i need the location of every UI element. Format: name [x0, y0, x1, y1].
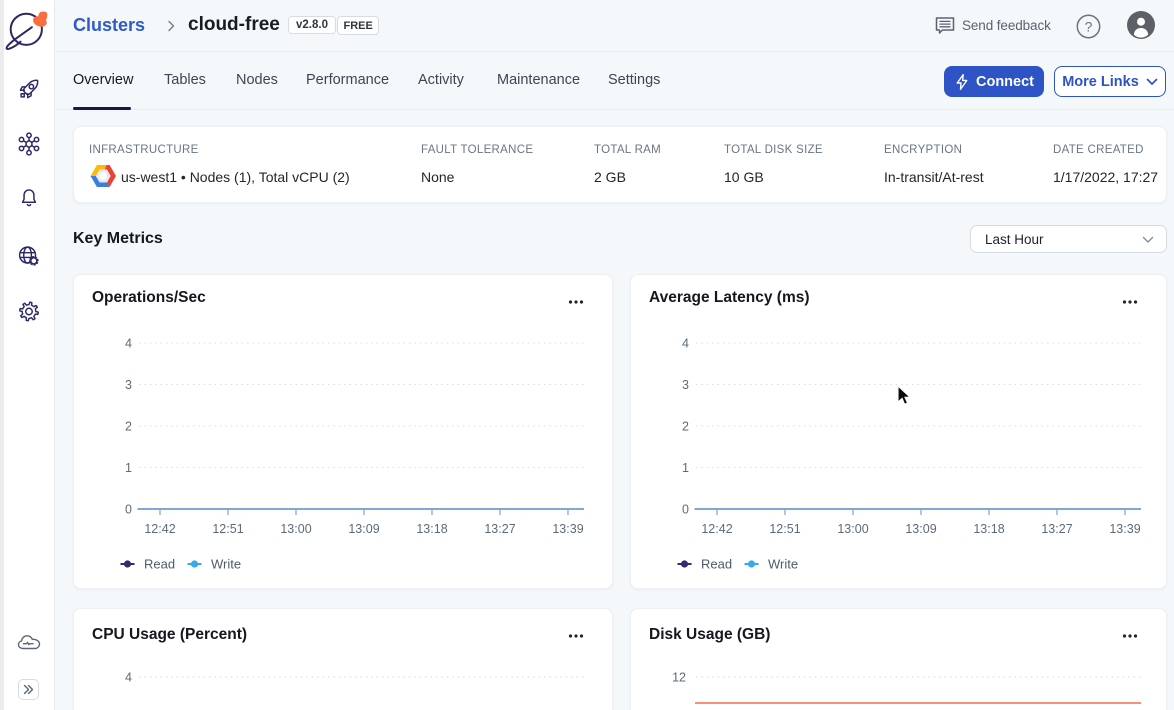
svg-text:1: 1 [682, 461, 689, 475]
svg-text:Write: Write [768, 557, 798, 572]
svg-text:12: 12 [672, 671, 686, 685]
svg-text:2: 2 [682, 420, 689, 434]
svg-text:13:09: 13:09 [905, 522, 936, 536]
svg-text:13:27: 13:27 [484, 522, 515, 536]
svg-text:12:42: 12:42 [144, 522, 175, 536]
svg-text:0: 0 [682, 503, 689, 517]
svg-text:13:18: 13:18 [973, 522, 1004, 536]
svg-text:4: 4 [125, 671, 132, 685]
svg-text:13:00: 13:00 [837, 522, 868, 536]
svg-text:12:42: 12:42 [701, 522, 732, 536]
svg-text:13:09: 13:09 [348, 522, 379, 536]
svg-text:Write: Write [211, 557, 241, 572]
svg-text:13:00: 13:00 [280, 522, 311, 536]
svg-text:12:51: 12:51 [769, 522, 800, 536]
svg-text:2: 2 [125, 420, 132, 434]
svg-text:3: 3 [125, 378, 132, 392]
svg-text:13:18: 13:18 [416, 522, 447, 536]
svg-text:3: 3 [682, 378, 689, 392]
svg-text:13:39: 13:39 [552, 522, 583, 536]
svg-text:Read: Read [144, 557, 175, 572]
svg-text:1: 1 [125, 461, 132, 475]
svg-text:4: 4 [682, 337, 689, 351]
svg-text:Read: Read [701, 557, 732, 572]
svg-text:4: 4 [125, 337, 132, 351]
svg-text:13:39: 13:39 [1109, 522, 1140, 536]
svg-text:13:27: 13:27 [1041, 522, 1072, 536]
svg-text:12:51: 12:51 [212, 522, 243, 536]
svg-text:?: ? [1085, 19, 1093, 35]
svg-text:0: 0 [125, 503, 132, 517]
